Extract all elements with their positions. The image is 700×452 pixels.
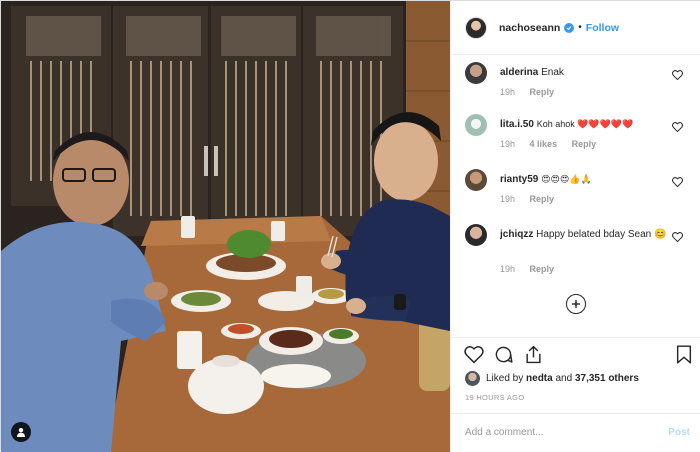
comment-body: rianty59 😍😍😍👍🙏 — [500, 173, 670, 187]
post-photo[interactable] — [1, 1, 450, 452]
likes-count[interactable]: 37,351 others — [575, 373, 639, 384]
reply-button[interactable]: Reply — [530, 194, 555, 204]
comment-time: 19h — [500, 194, 516, 204]
post-comment-button[interactable]: Post — [668, 427, 690, 438]
comment-text: Enak — [541, 67, 564, 78]
comment-meta: 19h Reply — [500, 87, 566, 97]
comment-meta: 19h 4 likes Reply — [500, 139, 608, 149]
comment-text: 😍😍😍👍🙏 — [541, 175, 592, 185]
share-icon[interactable] — [524, 345, 543, 364]
comment-text: Happy belated bday Sean 😊 — [536, 229, 667, 240]
post-sidebar: nachoseann • Follow alderina Enak 19h Re… — [450, 1, 700, 452]
comment-time: 19h — [500, 264, 516, 274]
user-tag-button[interactable] — [11, 422, 31, 442]
action-bar — [451, 337, 700, 371]
liked-by-prefix: Liked by — [486, 373, 524, 384]
plus-circle-icon — [572, 300, 580, 308]
comment-meta: 19h Reply — [500, 194, 566, 204]
liker-avatar[interactable] — [465, 371, 480, 386]
add-comment-bar: Add a comment... Post — [451, 413, 700, 452]
comment-like-heart-icon[interactable] — [672, 177, 683, 187]
follow-button[interactable]: Follow — [586, 22, 619, 34]
comment-likes[interactable]: 4 likes — [530, 139, 558, 149]
photo-illustration — [1, 1, 450, 452]
liker-username[interactable]: nedta — [526, 373, 553, 384]
load-more-comments-button[interactable] — [566, 294, 586, 314]
comment-icon[interactable] — [494, 345, 513, 364]
commenter-username[interactable]: rianty59 — [500, 174, 538, 185]
reply-button[interactable]: Reply — [530, 87, 555, 97]
instagram-post: nachoseann • Follow alderina Enak 19h Re… — [0, 0, 700, 452]
reply-button[interactable]: Reply — [572, 139, 597, 149]
comment-like-heart-icon[interactable] — [672, 70, 683, 80]
comment-meta: 19h Reply — [500, 264, 566, 274]
commenter-avatar[interactable] — [465, 224, 487, 246]
comment-body: jchiqzz Happy belated bday Sean 😊 — [500, 228, 670, 241]
commenter-username[interactable]: jchiqzz — [500, 229, 533, 240]
comment-time: 19h — [500, 87, 516, 97]
comment-text: Koh ahok ❤️❤️❤️❤️❤️ — [536, 119, 634, 129]
comment-time: 19h — [500, 139, 516, 149]
add-comment-input[interactable]: Add a comment... — [465, 427, 543, 438]
comment-body: alderina Enak — [500, 66, 670, 79]
liked-by: Liked by nedta and 37,351 others — [465, 371, 639, 386]
commenter-avatar[interactable] — [465, 169, 487, 191]
commenter-avatar[interactable] — [465, 62, 487, 84]
commenter-username[interactable]: alderina — [500, 67, 538, 78]
reply-button[interactable]: Reply — [530, 264, 555, 274]
author-username[interactable]: nachoseann — [499, 22, 560, 34]
commenter-avatar[interactable] — [465, 114, 487, 136]
comment-body: lita.i.50 Koh ahok ❤️❤️❤️❤️❤️ — [500, 118, 670, 131]
liked-by-middle: and — [555, 373, 573, 384]
author-avatar[interactable] — [465, 16, 487, 39]
comment-like-heart-icon[interactable] — [672, 122, 683, 132]
post-time-ago[interactable]: 19 HOURS AGO — [465, 393, 524, 402]
heart-icon[interactable] — [464, 345, 484, 364]
verified-badge-icon — [564, 22, 575, 33]
comment-like-heart-icon[interactable] — [672, 232, 683, 242]
commenter-username[interactable]: lita.i.50 — [500, 119, 534, 130]
header-separator: • — [578, 22, 582, 33]
user-tag-icon — [17, 428, 25, 437]
bookmark-icon[interactable] — [676, 345, 692, 364]
comments-list: alderina Enak 19h Reply lita.i.50 Koh ah… — [451, 56, 700, 336]
post-header: nachoseann • Follow — [451, 1, 700, 55]
